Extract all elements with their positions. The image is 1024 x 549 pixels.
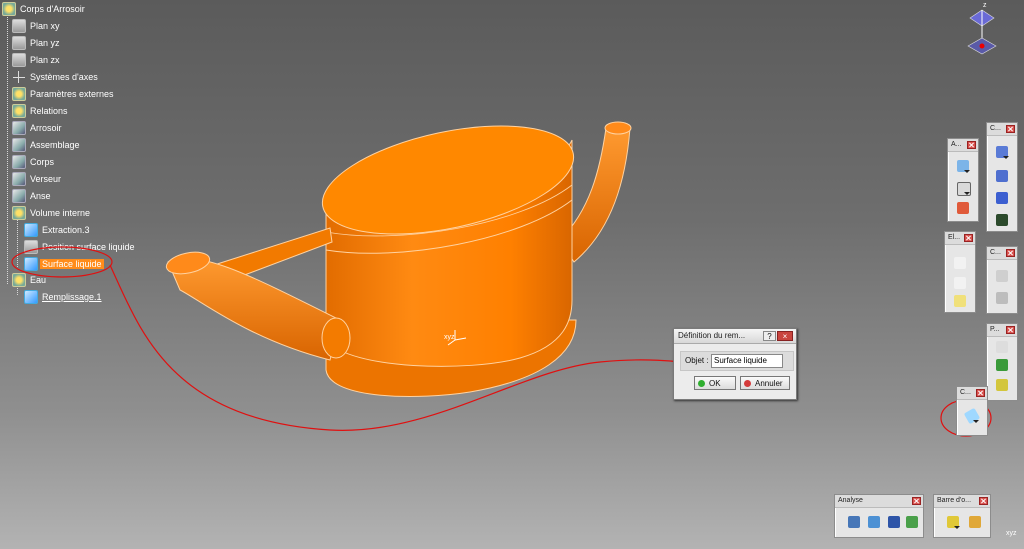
toolbar-c2[interactable]: C... [986, 246, 1018, 314]
product-yellow-button[interactable] [993, 376, 1010, 393]
corner-axis-label: xyz [1006, 530, 1017, 537]
plane-button[interactable] [951, 292, 968, 309]
measure-between-button[interactable] [845, 513, 862, 530]
dialog-title: Définition du rem... [678, 331, 746, 340]
object-field-row: Objet : Surface liquide [680, 351, 794, 371]
3d-annotation-button[interactable] [954, 199, 971, 216]
point-button[interactable] [951, 254, 968, 271]
toolbar-a[interactable]: A... [947, 138, 979, 222]
close-icon[interactable] [979, 497, 988, 505]
help-button[interactable]: ? [763, 331, 776, 341]
fill-button[interactable] [963, 407, 981, 425]
model-axis-label: xyz [444, 334, 455, 341]
ok-icon [698, 380, 705, 387]
analysis-button[interactable] [903, 513, 920, 530]
toolbar-c1[interactable]: C... [986, 122, 1018, 232]
wireframe-button[interactable] [993, 267, 1010, 284]
object-field-label: Objet : [685, 356, 709, 365]
compass-widget[interactable] [962, 6, 1002, 58]
toolbar-title: C... [990, 249, 1001, 256]
pattern-button[interactable] [993, 189, 1010, 206]
compass-z-label: z [983, 2, 987, 9]
close-icon[interactable] [967, 141, 976, 149]
close-icon[interactable] [1006, 125, 1015, 133]
toolbar-analyse[interactable]: Analyse [834, 494, 924, 538]
fill-definition-dialog[interactable]: Définition du rem... ? × Objet : Surface… [673, 328, 797, 400]
box-button[interactable] [993, 289, 1010, 306]
close-icon[interactable] [912, 497, 921, 505]
cancel-icon [744, 380, 751, 387]
text-annotation-button[interactable] [954, 157, 971, 174]
toolbar-title: A... [951, 141, 962, 148]
line-button[interactable] [951, 274, 968, 291]
ruler-button[interactable] [993, 338, 1010, 355]
close-icon[interactable] [976, 389, 985, 397]
flag-note-button[interactable] [954, 179, 971, 196]
snap-button[interactable] [993, 211, 1010, 228]
close-icon[interactable] [1006, 326, 1015, 334]
toolbar-barre-doutils[interactable]: Barre d'o... [933, 494, 991, 538]
toolbar-p[interactable]: P... [986, 323, 1018, 401]
cancel-label: Annuler [755, 379, 783, 388]
measure-inertia-button[interactable] [885, 513, 902, 530]
watering-can-model[interactable] [164, 106, 632, 398]
toolbar-title: C... [960, 389, 971, 396]
tool-yellow-button[interactable] [944, 513, 961, 530]
close-icon[interactable] [964, 234, 973, 242]
ok-button[interactable]: OK [694, 376, 736, 390]
toolbar-title: P... [990, 326, 1000, 333]
measure-item-button[interactable] [865, 513, 882, 530]
toolbar-c3[interactable]: C... [956, 386, 988, 436]
object-field[interactable]: Surface liquide [711, 354, 783, 368]
toolbar-title: C... [990, 125, 1001, 132]
ok-label: OK [709, 379, 721, 388]
product-green-button[interactable] [993, 356, 1010, 373]
3d-viewport[interactable] [0, 0, 1024, 549]
tool-orange-button[interactable] [966, 513, 983, 530]
toolbar-el[interactable]: El... [944, 231, 976, 313]
toolbar-title: El... [948, 234, 961, 241]
constraint-button[interactable] [993, 143, 1010, 160]
toolbar-title: Barre d'o... [937, 497, 972, 504]
close-button[interactable]: × [777, 331, 793, 341]
cancel-button[interactable]: Annuler [740, 376, 790, 390]
toolbar-title: Analyse [838, 497, 863, 504]
close-icon[interactable] [1006, 249, 1015, 257]
dimension-button[interactable] [993, 167, 1010, 184]
